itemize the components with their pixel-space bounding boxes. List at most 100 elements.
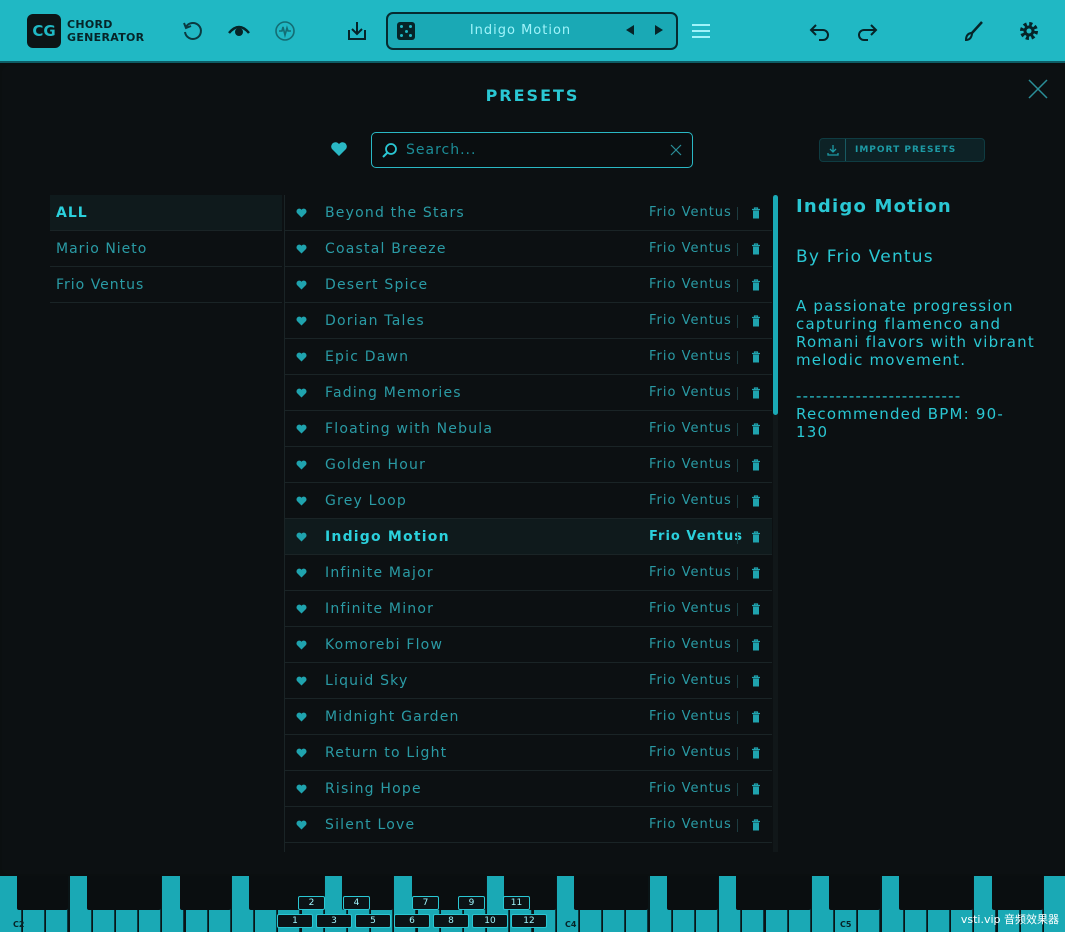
preset-row[interactable]: Coastal Breeze Frio Ventus — [285, 231, 772, 267]
black-key[interactable] — [620, 876, 649, 910]
favorite-heart-icon[interactable] — [296, 820, 307, 830]
chord-key-chip[interactable]: 1 — [277, 914, 313, 928]
favorite-heart-icon[interactable] — [296, 244, 307, 254]
prev-preset-icon[interactable] — [626, 25, 634, 35]
favorite-heart-icon[interactable] — [296, 532, 307, 542]
chord-key-chip[interactable]: 3 — [316, 914, 352, 928]
chord-key-chip[interactable]: 4 — [343, 896, 370, 910]
preset-row[interactable]: Silent Love Frio Ventus — [285, 807, 772, 843]
favorite-heart-icon[interactable] — [296, 784, 307, 794]
brush-icon[interactable] — [961, 18, 987, 44]
trash-icon[interactable] — [751, 747, 761, 759]
trash-icon[interactable] — [751, 531, 761, 543]
undo-icon[interactable] — [807, 18, 833, 44]
clear-search-icon[interactable] — [670, 144, 682, 156]
chord-key-chip[interactable]: 2 — [298, 896, 325, 910]
preset-row[interactable]: Floating with Nebula Frio Ventus — [285, 411, 772, 447]
trash-icon[interactable] — [751, 603, 761, 615]
preset-row[interactable]: Epic Dawn Frio Ventus — [285, 339, 772, 375]
trash-icon[interactable] — [751, 711, 761, 723]
scrollbar-thumb[interactable] — [773, 195, 778, 415]
trash-icon[interactable] — [751, 495, 761, 507]
favorite-heart-icon[interactable] — [296, 460, 307, 470]
humanize-icon[interactable] — [226, 18, 252, 44]
black-key[interactable] — [852, 876, 881, 910]
black-key[interactable] — [690, 876, 718, 910]
settings-icon[interactable] — [1016, 18, 1042, 44]
favorite-heart-icon[interactable] — [296, 748, 307, 758]
favorite-heart-icon[interactable] — [296, 640, 307, 650]
import-presets-button[interactable]: IMPORT PRESETS — [819, 138, 985, 162]
black-key[interactable] — [202, 876, 231, 910]
chord-key-chip[interactable]: 10 — [472, 914, 508, 928]
audition-icon[interactable] — [272, 18, 298, 44]
trash-icon[interactable] — [751, 639, 761, 651]
search-input[interactable] — [406, 140, 656, 160]
trash-icon[interactable] — [751, 315, 761, 327]
preset-row[interactable]: Desert Spice Frio Ventus — [285, 267, 772, 303]
chord-key-chip[interactable]: 11 — [503, 896, 530, 910]
favorites-heart-icon[interactable] — [330, 141, 348, 157]
black-key[interactable] — [527, 876, 556, 910]
trash-icon[interactable] — [751, 207, 761, 219]
favorite-heart-icon[interactable] — [296, 676, 307, 686]
preset-row[interactable]: Midnight Garden Frio Ventus — [285, 699, 772, 735]
trash-icon[interactable] — [751, 351, 761, 363]
trash-icon[interactable] — [751, 567, 761, 579]
preset-row[interactable]: Dorian Tales Frio Ventus — [285, 303, 772, 339]
chord-key-chip[interactable]: 7 — [412, 896, 439, 910]
redo-icon[interactable] — [854, 18, 880, 44]
preset-row[interactable]: Komorebi Flow Frio Ventus — [285, 627, 772, 663]
favorite-heart-icon[interactable] — [296, 208, 307, 218]
preset-row[interactable]: Rising Hope Frio Ventus — [285, 771, 772, 807]
favorite-heart-icon[interactable] — [296, 388, 307, 398]
menu-icon[interactable] — [688, 18, 714, 44]
trash-icon[interactable] — [751, 243, 761, 255]
trash-icon[interactable] — [751, 819, 761, 831]
preset-row[interactable]: Infinite Major Frio Ventus — [285, 555, 772, 591]
black-key[interactable] — [133, 876, 162, 910]
black-key[interactable] — [40, 876, 69, 910]
author-item-frio-ventus[interactable]: Frio Ventus — [50, 267, 282, 303]
preset-row[interactable]: Liquid Sky Frio Ventus — [285, 663, 772, 699]
dice-icon[interactable] — [397, 22, 415, 40]
next-preset-icon[interactable] — [655, 25, 663, 35]
chord-key-chip[interactable]: 5 — [355, 914, 391, 928]
preset-row[interactable]: Golden Hour Frio Ventus — [285, 447, 772, 483]
preset-row[interactable]: Infinite Minor Frio Ventus — [285, 591, 772, 627]
preset-row[interactable]: Fading Memories Frio Ventus — [285, 375, 772, 411]
preset-row[interactable]: Return to Light Frio Ventus — [285, 735, 772, 771]
chord-key-chip[interactable]: 8 — [433, 914, 469, 928]
black-key[interactable] — [945, 876, 974, 910]
preset-selector[interactable]: Indigo Motion — [386, 12, 678, 50]
trash-icon[interactable] — [751, 279, 761, 291]
trash-icon[interactable] — [751, 423, 761, 435]
favorite-heart-icon[interactable] — [296, 604, 307, 614]
close-icon[interactable] — [1027, 78, 1049, 100]
black-key[interactable] — [1014, 876, 1043, 910]
export-icon[interactable] — [344, 18, 370, 44]
preset-row[interactable]: Beyond the Stars Frio Ventus — [285, 195, 772, 231]
preset-row[interactable]: Indigo Motion Frio Ventus — [285, 519, 772, 555]
favorite-heart-icon[interactable] — [296, 424, 307, 434]
favorite-heart-icon[interactable] — [296, 316, 307, 326]
search-box[interactable] — [371, 132, 693, 168]
preset-row[interactable]: Grey Loop Frio Ventus — [285, 483, 772, 519]
current-preset-name[interactable]: Indigo Motion — [448, 23, 593, 38]
favorite-heart-icon[interactable] — [296, 280, 307, 290]
author-item-all[interactable]: ALL — [50, 195, 282, 231]
favorite-heart-icon[interactable] — [296, 352, 307, 362]
piano-keyboard[interactable]: C2 C4 C5 vsti.vip 音频效果器 2 4 7 9 11 1 3 5 6 8 10 12 — [0, 876, 1065, 932]
trash-icon[interactable] — [751, 675, 761, 687]
chord-key-chip[interactable]: 6 — [394, 914, 430, 928]
trash-icon[interactable] — [751, 783, 761, 795]
author-item-mario-nieto[interactable]: Mario Nieto — [50, 231, 282, 267]
favorite-heart-icon[interactable] — [296, 712, 307, 722]
favorite-heart-icon[interactable] — [296, 568, 307, 578]
refresh-icon[interactable] — [180, 18, 206, 44]
black-key[interactable] — [782, 876, 811, 910]
chord-key-chip[interactable]: 9 — [458, 896, 485, 910]
trash-icon[interactable] — [751, 459, 761, 471]
favorite-heart-icon[interactable] — [296, 496, 307, 506]
chord-key-chip[interactable]: 12 — [511, 914, 547, 928]
